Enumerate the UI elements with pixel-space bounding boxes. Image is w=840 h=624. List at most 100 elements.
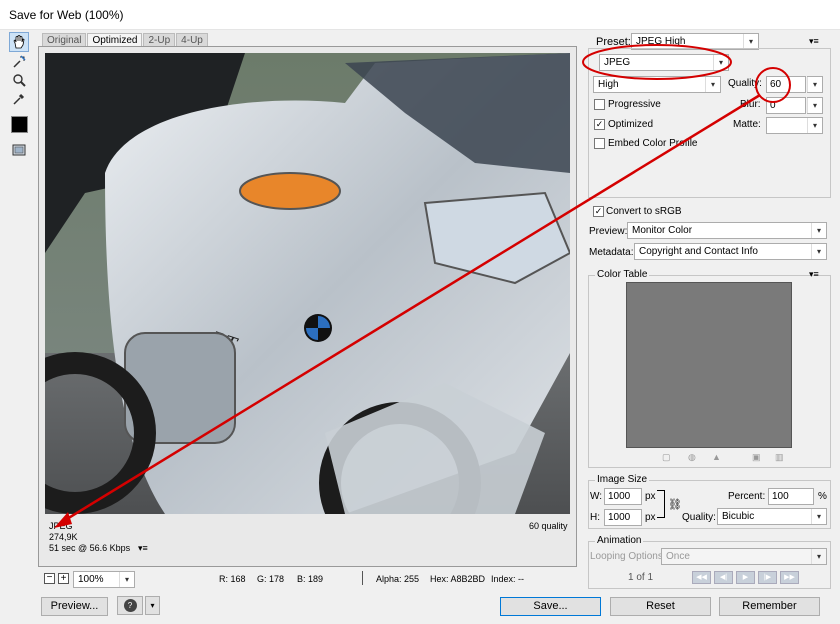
hex-value: Hex: A8B2BD bbox=[430, 574, 486, 584]
height-label: H: bbox=[590, 512, 600, 523]
chevron-down-icon: ▾ bbox=[811, 223, 826, 238]
lock-color-icon[interactable]: ▲ bbox=[712, 452, 721, 462]
color-table-title: Color Table bbox=[595, 269, 650, 280]
map-transparent-icon[interactable]: ▢ bbox=[662, 452, 671, 463]
chevron-down-icon: ▾ bbox=[811, 244, 826, 259]
quality-input[interactable]: 60 bbox=[766, 76, 806, 93]
eyedropper-tool-icon[interactable] bbox=[9, 89, 29, 109]
chevron-down-icon: ▾ bbox=[743, 34, 758, 49]
frame-counter: 1 of 1 bbox=[628, 572, 654, 583]
embed-color-profile-checkbox[interactable] bbox=[594, 138, 605, 149]
image-quality-info: 60 quality bbox=[529, 521, 568, 531]
zoom-in-button[interactable]: + bbox=[58, 573, 69, 584]
quality-label: Quality: bbox=[728, 78, 762, 89]
looping-options-select[interactable]: Once ▾ bbox=[661, 548, 827, 565]
compression-quality-select[interactable]: High ▾ bbox=[593, 76, 721, 93]
image-format-label: JPEG bbox=[49, 521, 73, 531]
matte-select[interactable]: ▾ bbox=[766, 117, 823, 134]
color-table-menu-icon[interactable]: ▾≡ bbox=[809, 269, 819, 280]
percent-unit: % bbox=[818, 491, 827, 502]
browser-menu-chevron-down-icon[interactable]: ▾ bbox=[145, 596, 160, 615]
animation-title: Animation bbox=[595, 535, 644, 546]
window-title: Save for Web (100%) bbox=[9, 8, 124, 22]
convert-srgb-label: Convert to sRGB bbox=[606, 206, 682, 217]
convert-srgb-checkbox[interactable]: ✓ bbox=[593, 206, 604, 217]
matte-label: Matte: bbox=[733, 119, 761, 130]
new-color-icon[interactable]: ▣ bbox=[752, 452, 761, 463]
green-value: G: 178 bbox=[257, 574, 285, 584]
preview-mode-label: Preview: bbox=[589, 226, 628, 237]
embed-color-profile-label: Embed Color Profile bbox=[608, 138, 698, 149]
image-file-size: 274,9K bbox=[49, 532, 78, 542]
alpha-value: Alpha: 255 bbox=[376, 574, 420, 584]
resample-quality-select[interactable]: Bicubic ▾ bbox=[717, 508, 827, 525]
chevron-down-icon: ▾ bbox=[119, 572, 134, 587]
download-time: 51 sec @ 56.6 Kbps bbox=[49, 543, 131, 553]
globe-icon: ? bbox=[123, 599, 137, 612]
tab-optimized[interactable]: Optimized bbox=[87, 33, 143, 47]
tab-2-up[interactable]: 2-Up bbox=[143, 33, 176, 47]
tab-original[interactable]: Original bbox=[42, 33, 87, 47]
web-shift-icon[interactable]: ◍ bbox=[688, 452, 696, 463]
file-format-select[interactable]: JPEG ▾ bbox=[599, 54, 729, 71]
link-chain-icon[interactable]: ⛓ bbox=[668, 498, 682, 511]
toggle-slices-icon[interactable] bbox=[9, 140, 29, 160]
blur-slider-toggle[interactable]: ▾ bbox=[807, 97, 823, 114]
height-unit: px bbox=[645, 512, 656, 523]
chevron-down-icon: ▾ bbox=[811, 509, 826, 524]
resample-quality-label: Quality: bbox=[682, 512, 716, 523]
preview-mode-select[interactable]: Monitor Color ▾ bbox=[627, 222, 827, 239]
slice-select-tool-icon[interactable] bbox=[9, 52, 29, 72]
red-value: R: 168 bbox=[219, 574, 246, 584]
metadata-select[interactable]: Copyright and Contact Info ▾ bbox=[634, 243, 827, 260]
optimized-label: Optimized bbox=[608, 119, 654, 130]
looping-options-label: Looping Options: bbox=[590, 551, 666, 562]
chevron-down-icon: ▾ bbox=[705, 77, 720, 92]
last-frame-icon[interactable]: ▶▶ bbox=[780, 571, 799, 584]
zoom-level-select[interactable]: 100% ▾ bbox=[73, 571, 135, 588]
next-frame-icon[interactable]: |▶ bbox=[758, 571, 777, 584]
title-bar: Save for Web (100%) bbox=[0, 0, 840, 30]
preview-image[interactable]: RT bbox=[45, 53, 570, 514]
image-size-title: Image Size bbox=[595, 474, 650, 485]
play-icon[interactable]: ▶ bbox=[736, 571, 755, 584]
save-button[interactable]: Save... bbox=[500, 597, 601, 616]
zoom-out-button[interactable]: − bbox=[44, 573, 55, 584]
constrain-bracket bbox=[657, 490, 665, 518]
download-speed-menu-icon[interactable]: ▾≡ bbox=[138, 543, 148, 554]
reset-button[interactable]: Reset bbox=[610, 597, 711, 616]
progressive-checkbox[interactable] bbox=[594, 99, 605, 110]
preset-label: Preset: bbox=[596, 36, 631, 48]
percent-label: Percent: bbox=[728, 491, 766, 502]
index-value: Index: -- bbox=[491, 574, 525, 584]
chevron-down-icon: ▾ bbox=[807, 98, 822, 113]
animation-controls: ◀◀ ◀| ▶ |▶ ▶▶ bbox=[692, 571, 802, 584]
height-input[interactable]: 1000 bbox=[604, 509, 642, 526]
quality-slider-toggle[interactable]: ▾ bbox=[807, 76, 823, 93]
blue-value: B: 189 bbox=[297, 574, 324, 584]
metadata-label: Metadata: bbox=[589, 247, 634, 258]
preview-button[interactable]: Preview... bbox=[41, 597, 108, 616]
first-frame-icon[interactable]: ◀◀ bbox=[692, 571, 711, 584]
optimized-checkbox[interactable]: ✓ bbox=[594, 119, 605, 130]
preset-menu-icon[interactable]: ▾≡ bbox=[809, 36, 819, 47]
remember-button[interactable]: Remember bbox=[719, 597, 820, 616]
hand-tool-icon[interactable] bbox=[9, 32, 29, 52]
percent-input[interactable]: 100 bbox=[768, 488, 814, 505]
previous-frame-icon[interactable]: ◀| bbox=[714, 571, 733, 584]
blur-label: Blur: bbox=[740, 99, 761, 110]
blur-input[interactable]: 0 bbox=[766, 97, 806, 114]
color-table-grid[interactable] bbox=[626, 282, 792, 448]
width-label: W: bbox=[590, 491, 603, 502]
status-divider bbox=[362, 571, 363, 585]
width-input[interactable]: 1000 bbox=[604, 488, 642, 505]
chevron-down-icon: ▾ bbox=[807, 77, 822, 92]
eyedropper-color-swatch[interactable] bbox=[11, 116, 28, 133]
chevron-down-icon: ▾ bbox=[713, 55, 728, 70]
device-preview-button[interactable]: ? bbox=[117, 596, 143, 615]
zoom-tool-icon[interactable] bbox=[9, 70, 29, 90]
tab-4-up[interactable]: 4-Up bbox=[176, 33, 208, 47]
width-unit: px bbox=[645, 491, 656, 502]
delete-color-icon[interactable]: ▥ bbox=[775, 452, 784, 463]
chevron-down-icon: ▾ bbox=[807, 118, 822, 133]
